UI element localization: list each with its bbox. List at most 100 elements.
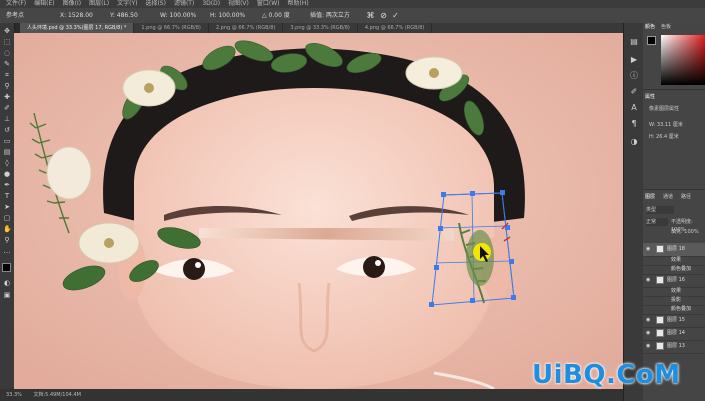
menu-select[interactable]: 选择(S) [145,0,166,8]
history-brush-icon[interactable]: ↺ [3,126,11,134]
right-eye-highlight [375,260,381,266]
hand-tool-icon[interactable]: ✋ [3,225,12,233]
menu-type[interactable]: 文字(Y) [117,0,137,8]
menu-edit[interactable]: 编辑(E) [34,0,54,8]
quick-select-tool-icon[interactable]: ✎ [3,60,11,68]
commit-transform-icon[interactable]: ✓ [391,11,400,20]
height-field[interactable]: H: 100.00% [210,11,245,20]
dodge-tool-icon[interactable]: ● [3,170,11,178]
warp-toggle-icon[interactable]: ⌘ [366,11,375,20]
cancel-transform-icon[interactable]: ⊘ [379,11,388,20]
layer-name: 图层 18 [667,246,685,252]
tools-panel: ✥ ⬚ ◌ ✎ ⌗ ⚲ ✚ ✐ ⊥ ↺ ▭ ▤ ◊ ● ✒ T ➤ ▢ ✋ ⚲ … [0,23,15,389]
blend-mode-select[interactable]: 正常 [646,218,668,226]
eraser-tool-icon[interactable]: ▭ [3,137,11,145]
path-select-icon[interactable]: ➤ [3,203,11,211]
visibility-eye-icon[interactable]: ◉ [646,343,652,349]
layer-thumbnail [656,316,664,324]
gradient-tool-icon[interactable]: ▤ [3,148,11,156]
quick-mask-icon[interactable]: ◐ [3,279,11,287]
tab-color[interactable]: 颜色 [645,23,655,31]
lasso-tool-icon[interactable]: ◌ [3,49,11,57]
visibility-eye-icon[interactable]: ◉ [646,246,652,252]
tab-document-5[interactable]: 4.png @ 66.7% (RGB/8) [358,23,433,33]
visibility-eye-icon[interactable]: ◉ [646,317,652,323]
effect-name: 效果 [671,257,682,263]
paragraph-panel-icon[interactable]: ¶ [629,119,639,129]
layer-row[interactable]: ◉ 图层 15 [643,314,705,328]
move-tool-icon[interactable]: ✥ [3,27,11,35]
layer-thumbnail [656,276,664,284]
more-tools-icon[interactable]: … [3,247,11,255]
menu-layer[interactable]: 图层(L) [89,0,109,8]
pen-tool-icon[interactable]: ✒ [3,181,11,189]
layer-thumbnail [656,329,664,337]
foreground-color-swatch[interactable] [2,263,11,272]
tab-layers[interactable]: 图层 [645,193,655,201]
y-field[interactable]: Y: 486.50 [110,11,138,20]
properties-width[interactable]: W: 33.11 厘米 [649,121,683,129]
right-panels: 颜色 色板 属性 像素图层属性 W: 33.11 厘米 H: 26.4 厘米 图… [643,23,705,401]
eyedropper-tool-icon[interactable]: ⚲ [3,82,11,90]
layer-name: 图层 16 [667,277,685,283]
type-tool-icon[interactable]: T [3,192,11,200]
tab-properties[interactable]: 属性 [645,93,655,101]
layer-thumbnail [656,245,664,253]
layer-row[interactable]: ◉ 图层 16 [643,274,705,288]
menu-help[interactable]: 帮助(H) [288,0,309,8]
tab-document-1[interactable]: 人头环境.psd @ 33.3%(图层 17, RGB/8) * [20,23,135,33]
healing-tool-icon[interactable]: ✚ [3,93,11,101]
color-foreground-swatch[interactable] [647,36,656,45]
menu-filter[interactable]: 滤镜(T) [174,0,194,8]
menu-bar: 文件(F) 编辑(E) 图像(I) 图层(L) 文字(Y) 选择(S) 滤镜(T… [0,0,705,8]
tab-document-4[interactable]: 3.png @ 33.3% (RGB/8) [283,23,358,33]
effect-name: 颜色叠加 [671,266,692,272]
layer-row[interactable]: ◉ 图层 13 [643,340,705,354]
layer-kind-filter[interactable]: 类型 [646,206,674,214]
visibility-eye-icon[interactable]: ◉ [646,277,652,283]
effect-name: 效果 [671,288,682,294]
history-panel-icon[interactable]: ▤ [629,37,639,47]
marquee-tool-icon[interactable]: ⬚ [3,38,11,46]
reference-point-label[interactable]: 参考点 [6,11,24,20]
tab-document-2[interactable]: 1.png @ 66.7% (RGB/8) [134,23,209,33]
actions-panel-icon[interactable]: ▶ [629,55,639,65]
visibility-eye-icon[interactable]: ◉ [646,330,652,336]
zoom-level[interactable]: 33.3% [6,392,22,398]
angle-field[interactable]: △ 0.00 度 [262,11,290,20]
screen-mode-icon[interactable]: ▣ [3,291,11,299]
brush-tool-icon[interactable]: ✐ [3,104,11,112]
tab-document-3[interactable]: 2.png @ 66.7% (RGB/8) [209,23,284,33]
blur-tool-icon[interactable]: ◊ [3,159,11,167]
status-bar: 33.3% 文档:5.49M/104.4M [0,389,623,401]
menu-3d[interactable]: 3D(D) [202,0,220,8]
properties-height[interactable]: H: 26.4 厘米 [649,133,679,141]
crop-tool-icon[interactable]: ⌗ [3,71,11,79]
layer-thumbnail [656,342,664,350]
layer-row[interactable]: ◉ 图层 14 [643,327,705,341]
document-canvas[interactable] [14,33,623,389]
menu-view[interactable]: 视图(V) [228,0,249,8]
menu-image[interactable]: 图像(I) [63,0,81,8]
adjustments-panel-icon[interactable]: ◑ [629,137,639,147]
menu-window[interactable]: 窗口(W) [257,0,280,8]
tab-paths[interactable]: 路径 [681,193,691,201]
layer-row[interactable]: ◉ 图层 18 [643,243,705,257]
color-picker-field[interactable] [661,35,705,85]
x-field[interactable]: X: 1528.00 [60,11,93,20]
stamp-tool-icon[interactable]: ⊥ [3,115,11,123]
menu-file[interactable]: 文件(F) [6,0,26,8]
tab-channels[interactable]: 通道 [663,193,673,201]
zoom-tool-icon[interactable]: ⚲ [3,236,11,244]
tab-swatches[interactable]: 色板 [661,23,671,31]
info-panel-icon[interactable]: ⓘ [629,71,639,81]
width-field[interactable]: W: 100.00% [160,11,196,20]
interpolation-select[interactable]: 插值: 两次立方 [310,11,350,20]
watermark-logo: UiBQ.CoM [532,360,681,390]
artwork [14,33,623,389]
shape-tool-icon[interactable]: ▢ [3,214,11,222]
brush-settings-icon[interactable]: ✐ [629,87,639,97]
panel-icon-strip: ▤ ▶ ⓘ ✐ A ¶ ◑ [623,23,645,401]
fill-field[interactable]: 填充: 100% [671,228,699,236]
character-panel-icon[interactable]: A [629,103,639,113]
